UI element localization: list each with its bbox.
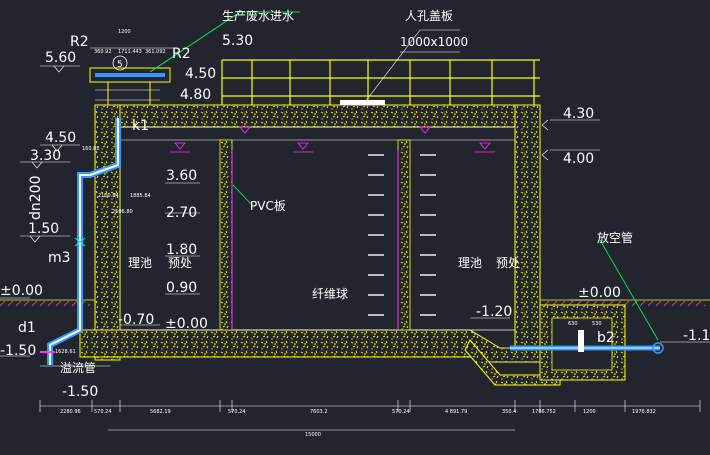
water-level-markers [170, 126, 495, 153]
pvc-partition-left [219, 139, 233, 331]
pvc-partition-right [397, 139, 411, 331]
elev-000-left: ±0.00 [0, 283, 43, 299]
label-pool-right-a: 理池 [458, 256, 482, 270]
dim-bottom-2: 570.24 [94, 409, 112, 415]
dim-left-b: 1885.84 [130, 193, 151, 199]
elev-450-left: 4.50 [45, 130, 76, 146]
tank-section-drawing: 生产废水进水 人孔盖板 1000x1000 PVC板 溢流管 放空管 纤维球 理… [0, 8, 710, 438]
dim-bottom-5: 7603.2 [310, 409, 328, 415]
dim-bottom-9: 1786.752 [532, 409, 556, 415]
elev-000-mid: ±0.00 [165, 316, 208, 332]
elev-090: 0.90 [166, 280, 197, 296]
dim-left-a: 160.82 [82, 146, 100, 152]
dim-b2-a: 630 [568, 321, 578, 327]
label-pool-left-a: 理池 [128, 256, 152, 270]
elev-270: 2.70 [166, 205, 197, 221]
label-vent-pipe: 放空管 [597, 230, 633, 245]
dim-b2-b: 530 [592, 321, 602, 327]
label-overflow-pipe: 溢流管 [60, 360, 96, 375]
elev-150-neg-left: -1.50 [0, 343, 36, 359]
elev-530: 5.30 [222, 33, 253, 49]
label-pvc-board: PVC板 [250, 199, 286, 213]
cad-drawing-canvas: 生产废水进水 人孔盖板 1000x1000 PVC板 溢流管 放空管 纤维球 理… [0, 0, 710, 455]
label-b2: b2 [597, 330, 615, 346]
dim-top-b: 360.92 [94, 49, 112, 55]
dim-bottom-3: 5682.19 [150, 409, 171, 415]
elev-400: 4.00 [563, 151, 594, 167]
dim-left-e: 1628.61 [55, 349, 76, 355]
roof-railing [221, 59, 540, 105]
dim-bottom-10: 1200 [583, 409, 596, 415]
label-m3: m3 [48, 250, 71, 266]
elev-070-neg: -0.70 [118, 312, 154, 328]
dim-total: 15000 [305, 432, 321, 438]
label-r2-left: R2 [70, 34, 89, 50]
elev-120-neg: -1.20 [476, 304, 512, 320]
elev-000-right: ±0.00 [578, 285, 621, 301]
elev-480: 4.80 [180, 87, 211, 103]
label-callout-5: 5 [117, 60, 123, 70]
elev-150-neg-bottom: -1.50 [62, 384, 98, 400]
label-r2-right: R2 [172, 46, 191, 62]
dim-top-c: 1711.443 [118, 49, 142, 55]
elev-450-top: 4.50 [185, 66, 216, 82]
label-dn200: dn200 [28, 176, 44, 220]
label-manhole-size: 1000x1000 [400, 35, 468, 49]
label-supply-water: 生产废水进水 [222, 8, 294, 23]
label-pool-left-b: 预处 [168, 256, 192, 270]
label-d1: d1 [18, 320, 36, 336]
dim-left-c: 2100.64 [98, 193, 119, 199]
label-k1: k1 [132, 118, 149, 134]
label-manhole-cover: 人孔盖板 [405, 9, 453, 23]
dim-bottom-11: 1976.832 [632, 409, 656, 415]
dim-bottom-4: 570.24 [228, 409, 246, 415]
dim-bottom-8: 350.4 [502, 409, 516, 415]
dim-left-d: 2506.80 [112, 209, 133, 215]
elev-330: 3.30 [30, 148, 61, 164]
label-pool-right-b: 预处 [496, 256, 520, 270]
elev-560: 5.60 [45, 50, 76, 66]
tank-walls [79, 104, 561, 386]
bottom-dimension-line [39, 400, 701, 431]
elev-360: 3.60 [166, 168, 197, 184]
dim-top-d: 361.092 [145, 49, 166, 55]
elev-110-neg: -1.1 [683, 328, 710, 344]
label-fiber-ball: 纤维球 [312, 287, 348, 301]
elev-150: 1.50 [28, 221, 59, 237]
elev-430: 4.30 [563, 106, 594, 122]
dim-bottom-6: 570.24 [392, 409, 410, 415]
dim-bottom-1: 2280.96 [60, 409, 81, 415]
dim-bottom-7: 4 891.79 [445, 409, 467, 415]
elev-180: 1.80 [166, 242, 197, 258]
dim-top-a: 1200 [118, 29, 131, 35]
